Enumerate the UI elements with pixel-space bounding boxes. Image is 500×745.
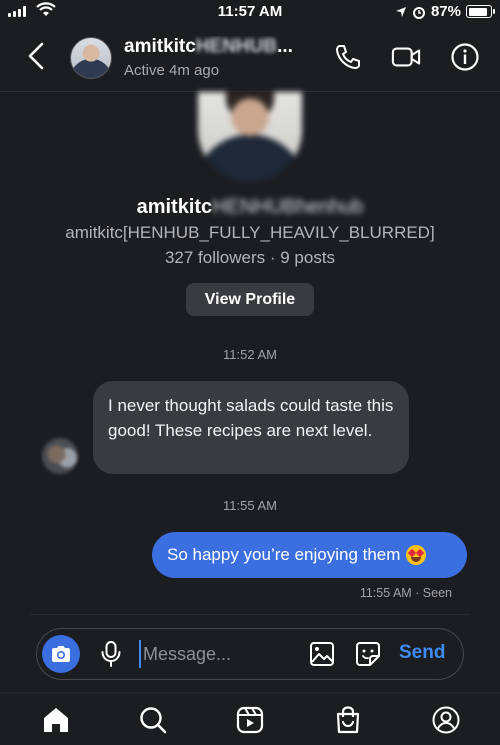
battery-icon (466, 5, 495, 18)
chat-header: amitkitcHENHUB... Active 4m ago (0, 24, 500, 92)
message-composer: Send (36, 628, 464, 680)
profile-name: amitkitcHENHUBhenhub (0, 196, 500, 219)
profile-name-visible: amitkitc (136, 196, 213, 218)
header-username-blurred: HENHUB (195, 36, 278, 57)
camera-icon (52, 646, 70, 662)
bottom-navigation (0, 692, 500, 745)
outgoing-message-text: So happy you’re enjoying them (167, 545, 401, 564)
battery-percent: 87% (430, 3, 461, 20)
heart-eyes-emoji-icon (406, 545, 427, 565)
header-avatar[interactable] (70, 37, 112, 79)
status-bar: 11:57 AM 87% (0, 0, 500, 24)
seen-receipt: 11:55 AM · Seen (359, 586, 452, 600)
profile-avatar[interactable] (198, 92, 302, 182)
active-status: Active 4m ago (124, 62, 220, 79)
outgoing-message-bubble[interactable]: So happy you’re enjoying them (152, 532, 467, 578)
message-timestamp: 11:52 AM (223, 347, 277, 362)
back-chevron-icon[interactable] (24, 41, 48, 71)
sender-avatar[interactable] (42, 438, 78, 474)
microphone-icon[interactable] (99, 640, 123, 668)
profile-handle: amitkitc[HENHUB_FULLY_HEAVILY_BLURRED] (65, 223, 435, 242)
header-username-visible: amitkitc (124, 36, 196, 57)
send-button[interactable]: Send (399, 642, 445, 664)
profile-icon[interactable] (431, 705, 461, 735)
location-arrow-icon (395, 6, 406, 17)
sticker-icon[interactable] (355, 641, 381, 667)
home-icon[interactable] (41, 705, 71, 735)
alarm-icon (412, 6, 425, 19)
profile-stats: 327 followers · 9 posts (164, 248, 336, 267)
incoming-message-bubble[interactable]: I never thought salads could taste this … (93, 381, 409, 474)
search-icon[interactable] (138, 705, 168, 735)
camera-button[interactable] (42, 635, 80, 673)
profile-name-blurred: HENHUBhenhub (212, 196, 364, 218)
message-input[interactable] (139, 640, 299, 668)
view-profile-button[interactable]: View Profile (186, 283, 314, 316)
video-call-icon[interactable] (391, 42, 421, 72)
message-timestamp: 11:55 AM (223, 498, 277, 513)
info-icon[interactable] (450, 42, 480, 72)
gallery-icon[interactable] (309, 641, 335, 667)
phone-call-icon[interactable] (333, 42, 363, 72)
reels-icon[interactable] (235, 705, 265, 735)
shop-icon[interactable] (333, 705, 363, 735)
header-username-ellipsis: ... (277, 36, 293, 57)
header-username[interactable]: amitkitcHENHUB... (124, 36, 324, 58)
divider (30, 614, 470, 615)
